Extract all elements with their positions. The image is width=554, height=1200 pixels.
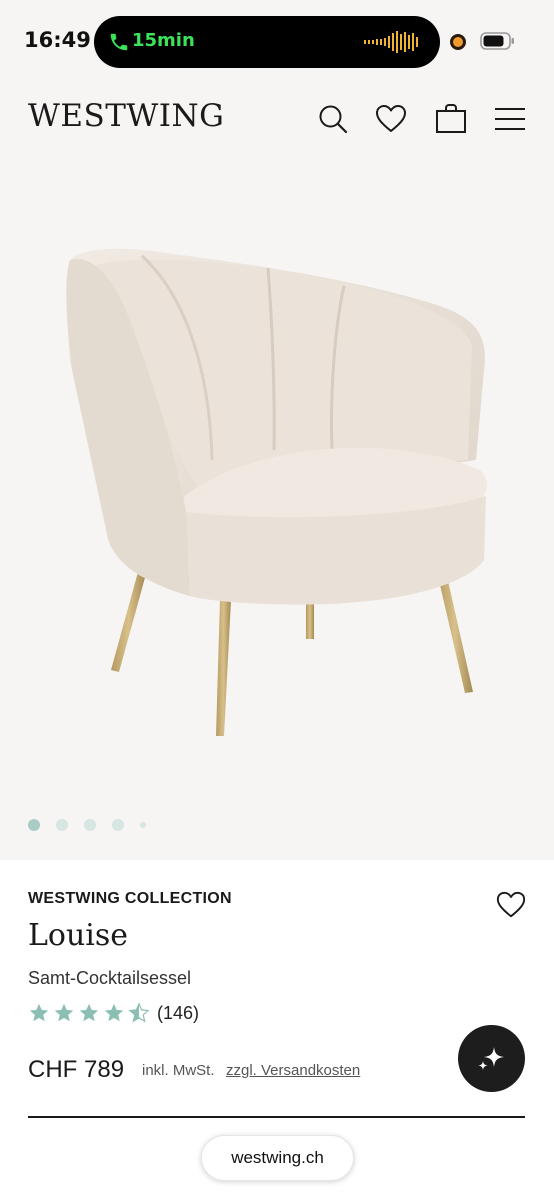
star-icon (54, 1003, 74, 1022)
waveform-icon (364, 31, 418, 53)
armchair-image (66, 248, 487, 736)
star-icon (104, 1003, 124, 1022)
battery-icon (480, 32, 514, 50)
dynamic-island[interactable]: 15min (94, 16, 440, 68)
star-icon (79, 1003, 99, 1022)
gallery-dot[interactable] (28, 819, 40, 831)
gallery-dot[interactable] (56, 819, 68, 831)
westwing-logo[interactable]: WESTWING (28, 98, 224, 134)
status-time: 16:49 (24, 28, 91, 52)
product-brand[interactable]: WESTWING COLLECTION (28, 890, 232, 908)
site-header: WESTWING (0, 80, 554, 160)
recording-indicator (450, 34, 466, 50)
gallery-dot[interactable] (112, 819, 124, 831)
browser-url-bar[interactable]: westwing.ch (201, 1135, 354, 1181)
shipping-costs-link[interactable]: zzgl. Versandkosten (226, 1062, 360, 1079)
ai-assistant-button[interactable] (458, 1025, 525, 1092)
star-icon (29, 1003, 49, 1022)
call-timer: 15min (132, 30, 195, 51)
product-image-gallery[interactable] (0, 160, 554, 860)
product-subtitle: Samt-Cocktailsessel (28, 968, 192, 988)
section-divider (28, 1116, 525, 1118)
menu-icon[interactable] (493, 102, 527, 136)
gallery-pagination (28, 818, 162, 832)
half-star-icon (128, 1002, 150, 1023)
sparkle-icon (478, 1047, 504, 1070)
wishlist-heart-icon[interactable] (495, 889, 527, 921)
product-rating[interactable]: (146) (28, 1002, 199, 1024)
gallery-dot[interactable] (140, 822, 146, 828)
review-count[interactable]: (146) (157, 1003, 199, 1024)
status-bar: 16:49 15min (0, 0, 554, 80)
shopping-bag-icon[interactable] (434, 102, 468, 136)
tax-note: inkl. MwSt. (142, 1062, 215, 1079)
product-name: Louise (28, 918, 129, 953)
gallery-dot[interactable] (84, 819, 96, 831)
heart-icon[interactable] (374, 102, 408, 136)
product-price: CHF 789 (28, 1056, 125, 1083)
search-icon[interactable] (316, 102, 350, 136)
phone-icon (110, 33, 128, 51)
